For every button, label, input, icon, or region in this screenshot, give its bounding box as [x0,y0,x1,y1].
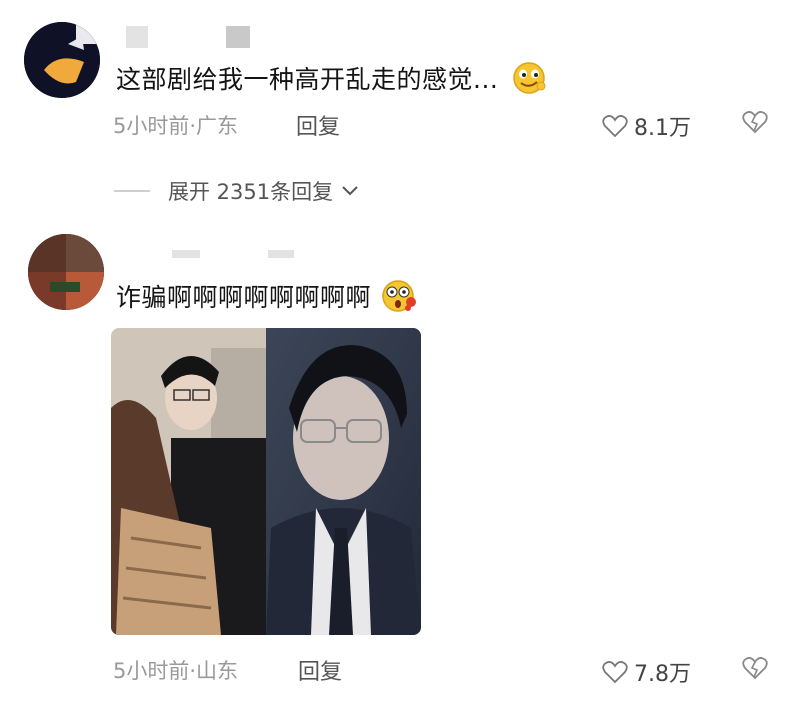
dislike-button[interactable] [742,110,768,138]
shocked-bleeding-emoji-icon [382,280,417,312]
comment-text-2: 诈骗啊啊啊啊啊啊啊啊 [116,278,417,314]
avatar[interactable] [28,234,104,310]
like-count: 8.1万 [634,116,691,141]
username-redacted [268,250,294,258]
smirk-emoji-icon [513,62,546,94]
comment-text-1: 这部剧给我一种高开乱走的感觉... [116,60,547,96]
heart-icon [602,115,628,138]
timestamp-location: 5小时前·山东 [113,659,239,683]
reply-button[interactable]: 回复 [296,109,340,141]
expand-replies-label: 展开 2351条回复 [168,180,334,204]
username-redacted [172,250,200,258]
username-redacted [126,26,148,48]
heart-icon [602,661,628,684]
reply-button[interactable]: 回复 [298,654,342,686]
broken-heart-icon [742,111,768,134]
comment-image[interactable] [111,328,421,635]
chevron-down-icon [342,186,358,196]
dislike-button[interactable] [742,656,768,684]
expand-replies-button[interactable]: 展开 2351条回复 [114,176,359,206]
like-count: 7.8万 [634,662,691,687]
timestamp-location: 5小时前·广东 [113,114,239,138]
like-button[interactable]: 8.1万 [602,110,691,142]
divider-line [114,190,150,192]
like-button[interactable]: 7.8万 [602,656,691,688]
broken-heart-icon [742,657,768,680]
avatar[interactable] [24,22,100,98]
username-redacted [226,26,250,48]
actor-collage-photo [111,328,421,635]
